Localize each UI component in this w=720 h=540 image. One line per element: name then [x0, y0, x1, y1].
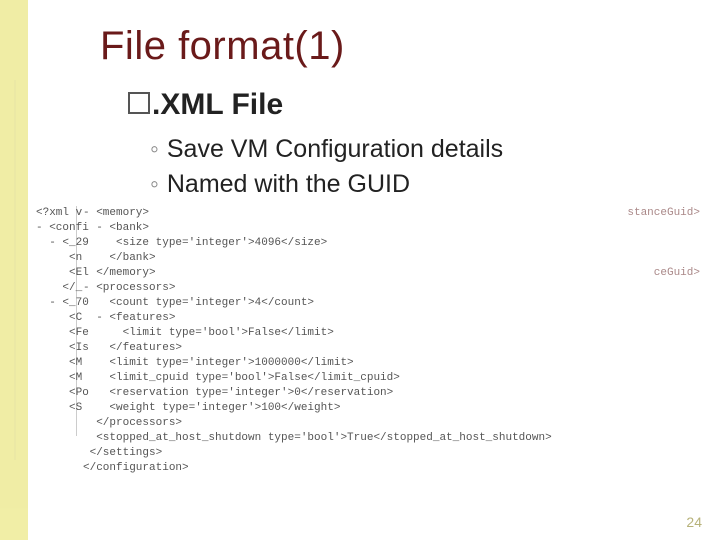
subtitle-text: XML File — [160, 88, 283, 121]
ring-bullet-icon: ◦ — [150, 135, 159, 163]
bullet-list: ◦ Save VM Configuration details ◦ Named wi… — [150, 132, 503, 202]
square-bullet-icon — [128, 92, 150, 114]
code-column-left: <?xml v - <confi - <_29 <n <El </_ - <_7… — [36, 206, 77, 436]
list-item-text: Save VM Configuration details — [167, 135, 503, 163]
slide-title: File format(1) — [100, 24, 345, 69]
list-item-text: Named with the GUID — [167, 170, 410, 198]
page-number: 24 — [686, 514, 702, 530]
code-column-right: stanceGuid> ceGuid> — [614, 206, 700, 436]
code-column-center: - <memory> - <bank> <size type='integer'… — [83, 206, 608, 436]
slide: File format(1) .XML File ◦ Save VM Config… — [0, 0, 720, 540]
list-item: ◦ Named with the GUID — [150, 167, 503, 202]
ring-bullet-icon: ◦ — [150, 170, 159, 198]
code-snippet: <?xml v - <confi - <_29 <n <El </_ - <_7… — [36, 206, 700, 436]
slide-subtitle: .XML File — [128, 88, 283, 122]
list-item: ◦ Save VM Configuration details — [150, 132, 503, 167]
accent-bar — [0, 0, 28, 540]
